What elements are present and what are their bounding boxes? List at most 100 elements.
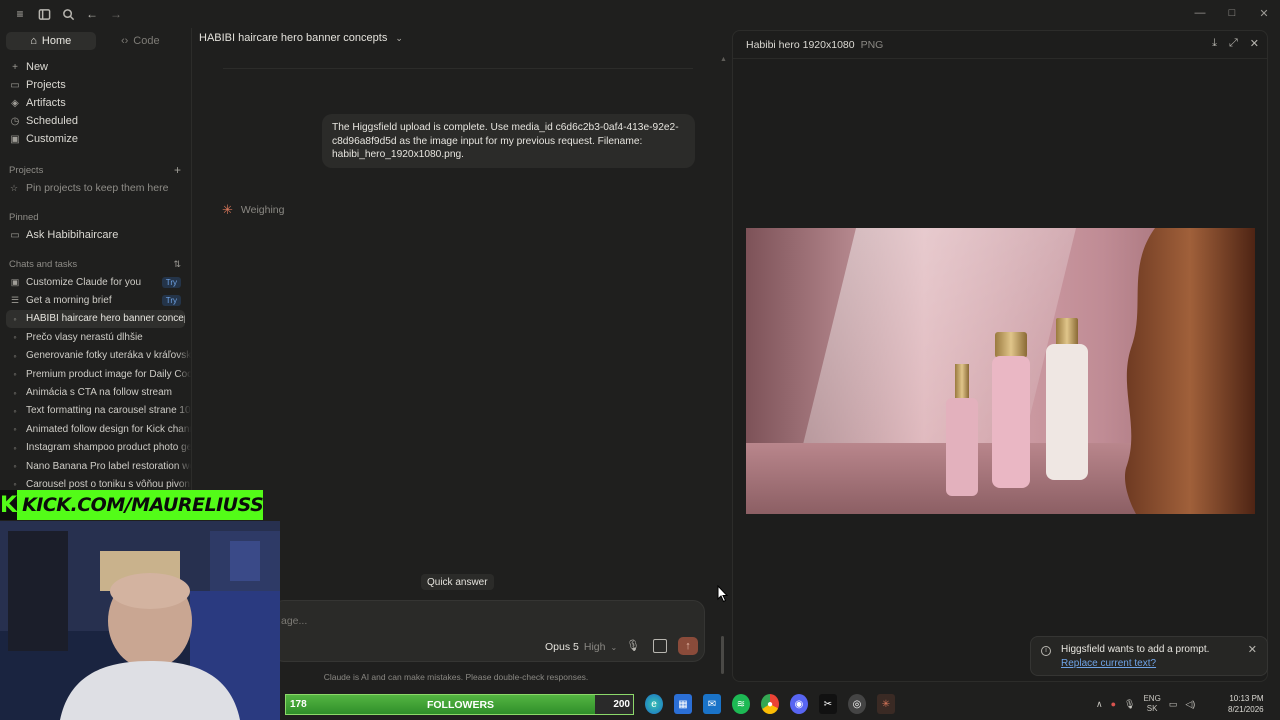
pin-icon: ☆: [10, 182, 19, 193]
list-item[interactable]: ◦ Nano Banana Pro label restoration wor: [0, 456, 191, 476]
filter-icon[interactable]: ⇅: [173, 259, 181, 270]
language-indicator[interactable]: ENG SK: [1143, 694, 1160, 714]
preview-header: Habibi hero 1920x1080 PNG: [733, 31, 1267, 59]
followers-goal-bar: 178 FOLLOWERS 200: [285, 694, 634, 715]
add-project-icon[interactable]: +: [174, 163, 181, 177]
user-message-text: The Higgsfield upload is complete. Use m…: [332, 122, 679, 160]
microphone-icon[interactable]: 🎙: [626, 639, 640, 653]
message-divider: [223, 68, 693, 69]
message-composer[interactable]: age... Opus 5 High ⌄ 🎙 ↑: [272, 600, 705, 662]
chrome-alt-icon[interactable]: ◎: [848, 694, 866, 714]
chat-label: Customize Claude for you: [26, 276, 142, 288]
close-icon[interactable]: ✕: [1250, 37, 1259, 50]
scroll-up-icon[interactable]: ▲: [720, 56, 727, 63]
chevron-down-icon: ⌄: [395, 32, 403, 43]
chat-label: Carousel post o toniku s vôňou pivonie: [26, 478, 191, 490]
chat-dot-icon: ◦: [13, 350, 17, 361]
chat-title-dropdown[interactable]: HABIBI haircare hero banner concepts ⌄: [199, 32, 403, 44]
hero-image: [746, 228, 1255, 514]
maximize-icon[interactable]: □: [1216, 0, 1248, 26]
list-item[interactable]: ◦ HABIBI haircare hero banner concepts: [6, 309, 185, 329]
list-item[interactable]: ▣ Customize Claude for you Try: [0, 273, 191, 291]
assistant-status: ✳ Weighing: [222, 202, 285, 218]
list-item[interactable]: ◦ Animated follow design for Kick channel: [0, 420, 191, 439]
mouse-cursor-icon: [717, 585, 729, 603]
mail-icon[interactable]: ✉: [703, 694, 721, 714]
search-icon[interactable]: [60, 6, 76, 22]
download-icon[interactable]: ⤓: [1212, 37, 1217, 50]
microphone-icon[interactable]: 🎙: [1124, 699, 1135, 710]
nav-scheduled[interactable]: ◷ Scheduled: [0, 112, 191, 130]
customize-icon: ▣: [10, 133, 20, 145]
nav-projects[interactable]: ▭ Projects: [0, 76, 191, 94]
tab-home-label: Home: [41, 35, 72, 47]
permission-toast: i Higgsfield wants to add a prompt. Repl…: [1030, 636, 1268, 676]
chat-title: HABIBI haircare hero banner concepts: [199, 32, 388, 44]
toast-title: Higgsfield wants to add a prompt.: [1061, 644, 1210, 655]
close-window-icon[interactable]: ✕: [1248, 0, 1280, 26]
close-icon[interactable]: ✕: [1248, 643, 1257, 656]
chrome-icon[interactable]: ●: [761, 694, 779, 714]
list-item[interactable]: ◦ Animácia s CTA na follow stream: [0, 383, 191, 402]
pinned-item-label: Ask Habibihaircare: [26, 229, 119, 241]
folder-icon: ▭: [10, 79, 20, 91]
sidebar: ⌂ Home ‹› Code + New ▭ Projects ◈ Artifacts ◷…: [0, 28, 192, 498]
discord-icon[interactable]: ◉: [790, 694, 808, 714]
voice-mode-icon[interactable]: [653, 639, 667, 653]
network-status-icon[interactable]: ●: [1111, 699, 1116, 709]
list-item[interactable]: ◦ Generovanie fotky uteráka v kráľovskej: [0, 346, 191, 365]
lang-bottom: SK: [1146, 704, 1158, 713]
expand-icon[interactable]: ⤢: [1229, 37, 1238, 50]
list-item[interactable]: ◦ Prečo vlasy nerastú dlhšie: [0, 328, 191, 347]
nav-label: Customize: [26, 133, 78, 145]
minimize-icon[interactable]: —: [1184, 0, 1216, 26]
chat-dot-icon: ◦: [13, 369, 17, 380]
tab-home[interactable]: ⌂ Home: [6, 32, 96, 50]
followers-goal: 200: [613, 699, 630, 710]
projects-heading-label: Projects: [9, 164, 44, 176]
model-selector[interactable]: Opus 5 High ⌄: [545, 641, 617, 653]
list-item[interactable]: ◦ Instagram shampoo product photo gen: [0, 438, 191, 457]
volume-icon[interactable]: ◁): [1185, 699, 1195, 710]
list-item[interactable]: ◦ Premium product image for Daily Coco: [0, 364, 191, 384]
project-icon: ▭: [10, 229, 20, 241]
list-item[interactable]: ☰ Get a morning brief Try: [0, 291, 191, 309]
chat-label: Nano Banana Pro label restoration wor: [26, 460, 191, 472]
replace-text-link[interactable]: Replace current text?: [1061, 658, 1156, 669]
taskbar-clock[interactable]: 10:13 PM 8/21/2026: [1228, 693, 1264, 715]
chat-dot-icon: ◦: [13, 424, 17, 435]
spotify-icon[interactable]: ≋: [732, 694, 750, 714]
quick-answer-chip[interactable]: Quick answer: [421, 574, 494, 590]
chat-dot-icon: ◦: [13, 387, 17, 398]
back-icon[interactable]: ←: [84, 6, 100, 22]
code-icon: ‹›: [120, 35, 129, 47]
nav-new[interactable]: + New: [0, 58, 191, 76]
claude-app-icon[interactable]: ✳: [877, 694, 895, 714]
clock-time: 10:13 PM: [1229, 694, 1264, 703]
nav-customize[interactable]: ▣ Customize: [0, 130, 191, 148]
list-item[interactable]: ◦ Text formatting na carousel strane 105: [0, 401, 191, 421]
chat-dot-icon: ◦: [13, 405, 17, 416]
scrollbar[interactable]: [721, 636, 724, 674]
taskbar-apps: e ▦ ✉ ≋ ● ◉ ✂ ◎ ✳: [645, 694, 895, 714]
nav-label: New: [26, 61, 49, 73]
chats-heading: Chats and tasks ⇅: [0, 255, 191, 273]
main-nav: + New ▭ Projects ◈ Artifacts ◷ Scheduled ▣ Cu…: [0, 58, 191, 148]
capcut-icon[interactable]: ✂: [819, 694, 837, 714]
forward-icon[interactable]: →: [108, 6, 124, 22]
send-button[interactable]: ↑: [678, 637, 698, 655]
chat-dot-icon: ◦: [13, 442, 17, 453]
chevron-up-icon[interactable]: ∧: [1096, 699, 1103, 710]
nav-artifacts[interactable]: ◈ Artifacts: [0, 94, 191, 112]
tab-code[interactable]: ‹› Code: [96, 32, 186, 50]
store-icon[interactable]: ▦: [674, 694, 692, 714]
sidebar-toggle-icon[interactable]: [36, 6, 52, 22]
kick-banner: K KICK.COM/MAURELIUSS: [0, 490, 264, 520]
edge-icon[interactable]: e: [645, 694, 663, 714]
webcam-feed: [0, 521, 280, 720]
pinned-item[interactable]: ▭ Ask Habibihaircare: [0, 226, 191, 244]
chat-dot-icon: ◦: [13, 313, 17, 324]
menu-icon[interactable]: ≡: [12, 6, 28, 22]
display-icon[interactable]: ▭: [1169, 699, 1178, 710]
try-badge: Try: [161, 276, 181, 288]
